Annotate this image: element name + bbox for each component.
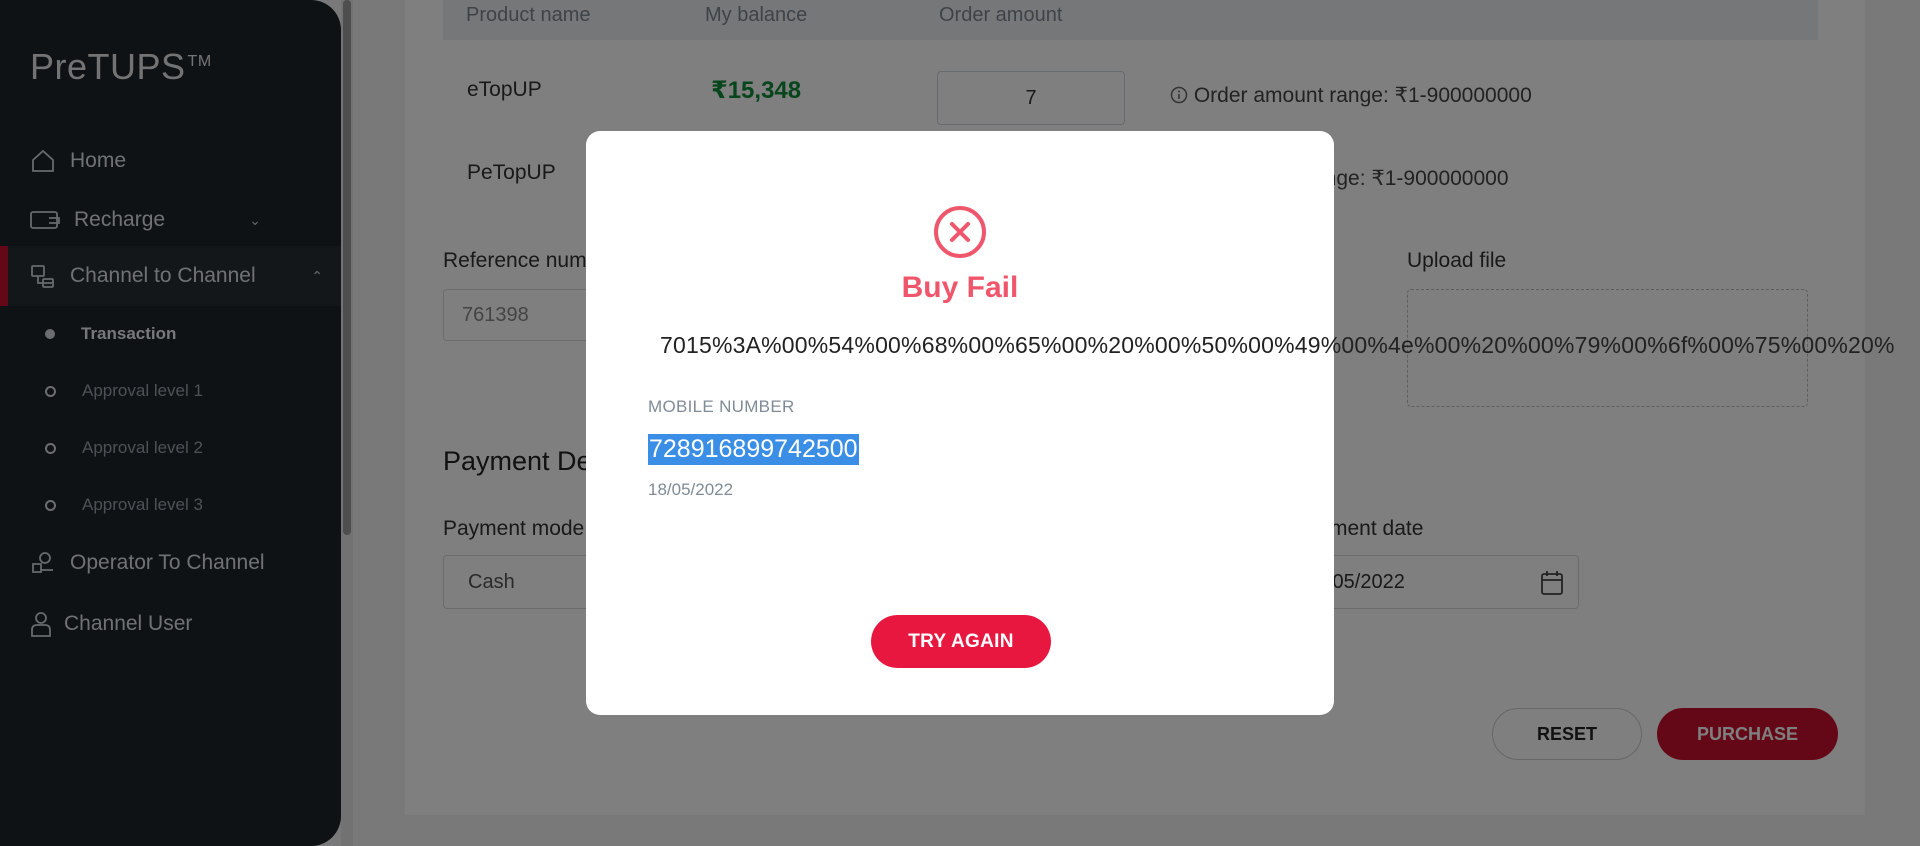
transaction-date: 18/05/2022 (648, 480, 734, 499)
try-again-button[interactable]: TRY AGAIN (871, 615, 1051, 668)
buy-fail-modal: Buy Fail 7015%3A%00%54%00%68%00%65%00%20… (586, 131, 1894, 715)
modal-title: Buy Fail (901, 271, 1019, 304)
modal-message: 7015%3A%00%54%00%68%00%65%00%20%00%50%00… (660, 332, 1895, 358)
mobile-number-label: MOBILE NUMBER (648, 397, 795, 416)
error-circle-icon (933, 205, 987, 259)
mobile-number-value[interactable]: 728916899742500 (648, 434, 859, 465)
